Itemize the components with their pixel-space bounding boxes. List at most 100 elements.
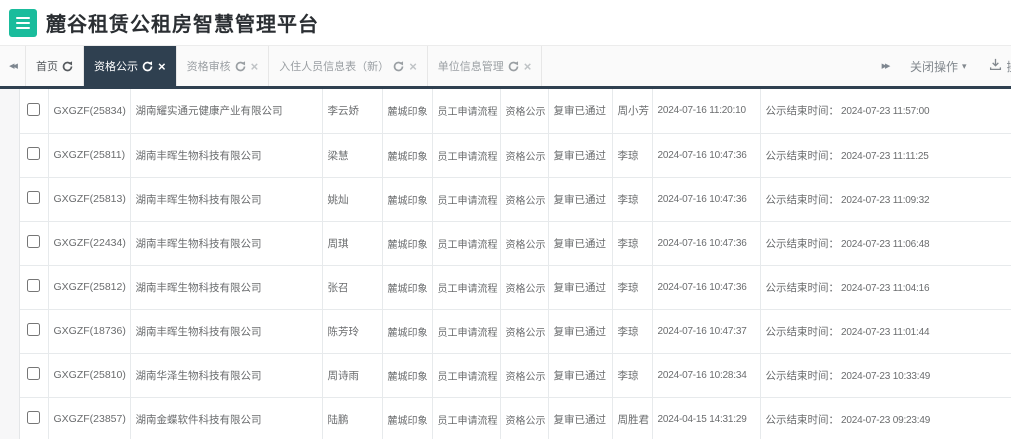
- table-row[interactable]: GXGZF(25811) 湖南丰晖生物科技有限公司 梁慧 麓城印象 员工申请流程…: [20, 133, 1011, 178]
- tab-label: 入住人员信息表（新）: [279, 61, 390, 73]
- end-time-label: 公示结束时间：: [765, 105, 840, 118]
- close-tab-icon[interactable]: ×: [409, 60, 417, 73]
- table-row[interactable]: GXGZF(25812) 湖南丰晖生物科技有限公司 张召 麓城印象 员工申请流程…: [20, 265, 1011, 310]
- cell-reviewer: 周胜君: [612, 397, 653, 439]
- cell-community: 麓城印象: [382, 397, 433, 439]
- cell-end-time: 公示结束时间： 2024-07-23 11:57:00: [760, 89, 1011, 134]
- cell-apply-time: 2024-07-16 10:47:36: [652, 133, 761, 178]
- end-time-label: 公示结束时间：: [765, 369, 840, 382]
- cell-applicant: 周诗雨: [322, 353, 383, 398]
- cell-community: 麓城印象: [382, 353, 433, 398]
- row-checkbox[interactable]: [27, 367, 41, 380]
- cell-process: 员工申请流程: [432, 177, 501, 222]
- content-area: GXGZF(25834) 湖南耀实通元健康产业有限公司 李云娇 麓城印象 员工申…: [0, 89, 1011, 439]
- cell-applicant: 姚灿: [322, 177, 383, 222]
- table-row[interactable]: GXGZF(25813) 湖南丰晖生物科技有限公司 姚灿 麓城印象 员工申请流程…: [20, 177, 1011, 222]
- tab-label: 资格公示: [94, 61, 138, 73]
- tab[interactable]: 入住人员信息表（新） ×: [269, 46, 428, 86]
- end-time-value: 2024-07-23 11:57:00: [841, 106, 930, 118]
- tab[interactable]: 首页 ×: [26, 46, 84, 86]
- row-checkbox[interactable]: [27, 411, 41, 424]
- row-checkbox[interactable]: [27, 279, 41, 292]
- cell-end-time: 公示结束时间： 2024-07-23 11:01:44: [760, 309, 1011, 354]
- cell-code: GXGZF(23857): [48, 397, 131, 439]
- table-row[interactable]: GXGZF(22434) 湖南丰晖生物科技有限公司 周琪 麓城印象 员工申请流程…: [20, 221, 1011, 266]
- cell-applicant: 陆鹏: [322, 397, 383, 439]
- tab-label: 首页: [36, 61, 58, 73]
- refresh-icon[interactable]: [142, 60, 153, 72]
- cell-process: 员工申请流程: [432, 353, 501, 398]
- cell-process: 员工申请流程: [432, 397, 501, 439]
- table-row[interactable]: GXGZF(23857) 湖南金蝶软件科技有限公司 陆鹏 麓城印象 员工申请流程…: [20, 397, 1011, 439]
- cell-end-time: 公示结束时间： 2024-07-23 11:09:32: [760, 177, 1011, 222]
- cell-apply-time: 2024-07-16 10:47:36: [652, 221, 761, 266]
- cell-apply-time: 2024-07-16 10:47:37: [652, 309, 761, 354]
- cell-community: 麓城印象: [382, 221, 433, 266]
- end-time-value: 2024-07-23 11:04:16: [841, 282, 930, 294]
- end-time-label: 公示结束时间：: [765, 193, 840, 206]
- open-tabs: 首页 × 资格公示 ×: [26, 46, 543, 86]
- download-icon: [989, 58, 1002, 74]
- cell-code: GXGZF(25812): [48, 265, 131, 310]
- cell-community: 麓城印象: [382, 177, 433, 222]
- cell-process: 员工申请流程: [432, 89, 501, 134]
- cell-apply-time: 2024-07-16 10:47:36: [652, 177, 761, 222]
- cell-end-time: 公示结束时间： 2024-07-23 11:11:25: [760, 133, 1011, 178]
- cell-apply-time: 2024-04-15 14:31:29: [652, 397, 761, 439]
- end-time-value: 2024-07-23 11:01:44: [841, 326, 930, 338]
- tab[interactable]: 资格审核 ×: [177, 46, 270, 86]
- page-title: 麓谷租赁公租房智慧管理平台: [46, 14, 319, 36]
- cell-status: 资格公示: [500, 221, 549, 266]
- table-row[interactable]: GXGZF(25810) 湖南华泽生物科技有限公司 周诗雨 麓城印象 员工申请流…: [20, 353, 1011, 398]
- cell-reviewer: 李琼: [612, 221, 653, 266]
- cell-status: 资格公示: [500, 309, 549, 354]
- end-time-value: 2024-07-23 09:23:49: [841, 414, 931, 426]
- table-row[interactable]: GXGZF(18736) 湖南丰晖生物科技有限公司 陈芳玲 麓城印象 员工申请流…: [20, 309, 1011, 354]
- cell-end-time: 公示结束时间： 2024-07-23 10:33:49: [760, 353, 1011, 398]
- menu-button[interactable]: [9, 8, 37, 37]
- tab[interactable]: 单位信息管理 ×: [428, 46, 543, 86]
- tab-label: 单位信息管理: [437, 61, 504, 73]
- refresh-icon[interactable]: [393, 60, 404, 72]
- cell-review-status: 复审已通过: [548, 221, 613, 266]
- cell-apply-time: 2024-07-16 11:20:10: [652, 89, 761, 134]
- left-gutter: [0, 89, 20, 439]
- row-checkbox[interactable]: [27, 102, 41, 116]
- cell-code: GXGZF(25834): [48, 89, 131, 134]
- table-row[interactable]: GXGZF(25834) 湖南耀实通元健康产业有限公司 李云娇 麓城印象 员工申…: [20, 89, 1011, 134]
- close-tab-icon[interactable]: ×: [158, 60, 166, 73]
- caret-down-icon: ▾: [962, 60, 967, 71]
- cell-code: GXGZF(25813): [48, 177, 131, 222]
- scroll-tabs-left-button[interactable]: ◀◀: [0, 46, 26, 86]
- row-checkbox[interactable]: [27, 235, 41, 248]
- cell-company: 湖南金蝶软件科技有限公司: [130, 397, 323, 439]
- refresh-icon[interactable]: [508, 60, 519, 72]
- cell-status: 资格公示: [500, 397, 549, 439]
- cell-applicant: 李云娇: [322, 89, 383, 134]
- operation-manual-button[interactable]: 操作手册: [979, 46, 1011, 86]
- end-time-label: 公示结束时间：: [765, 237, 840, 250]
- row-checkbox[interactable]: [27, 323, 41, 336]
- row-checkbox[interactable]: [27, 191, 41, 204]
- tab[interactable]: 资格公示 ×: [84, 46, 177, 86]
- row-checkbox[interactable]: [27, 147, 41, 160]
- refresh-icon[interactable]: [62, 60, 73, 72]
- cell-code: GXGZF(18736): [48, 309, 131, 354]
- close-tab-icon[interactable]: ×: [251, 60, 259, 73]
- cell-process: 员工申请流程: [432, 133, 501, 178]
- scroll-tabs-right-button[interactable]: ▶▶: [872, 46, 898, 86]
- cell-review-status: 复审已通过: [548, 89, 613, 134]
- cell-review-status: 复审已通过: [548, 353, 613, 398]
- cell-applicant: 陈芳玲: [322, 309, 383, 354]
- cell-apply-time: 2024-07-16 10:28:34: [652, 353, 761, 398]
- refresh-icon[interactable]: [235, 60, 246, 72]
- cell-community: 麓城印象: [382, 265, 433, 310]
- close-operations-dropdown[interactable]: 关闭操作 ▾: [898, 46, 979, 86]
- close-tab-icon[interactable]: ×: [524, 60, 532, 73]
- end-time-label: 公示结束时间：: [765, 281, 840, 294]
- cell-community: 麓城印象: [382, 309, 433, 354]
- cell-process: 员工申请流程: [432, 265, 501, 310]
- cell-company: 湖南丰晖生物科技有限公司: [130, 133, 323, 178]
- cell-end-time: 公示结束时间： 2024-07-23 11:06:48: [760, 221, 1011, 266]
- cell-company: 湖南华泽生物科技有限公司: [130, 353, 323, 398]
